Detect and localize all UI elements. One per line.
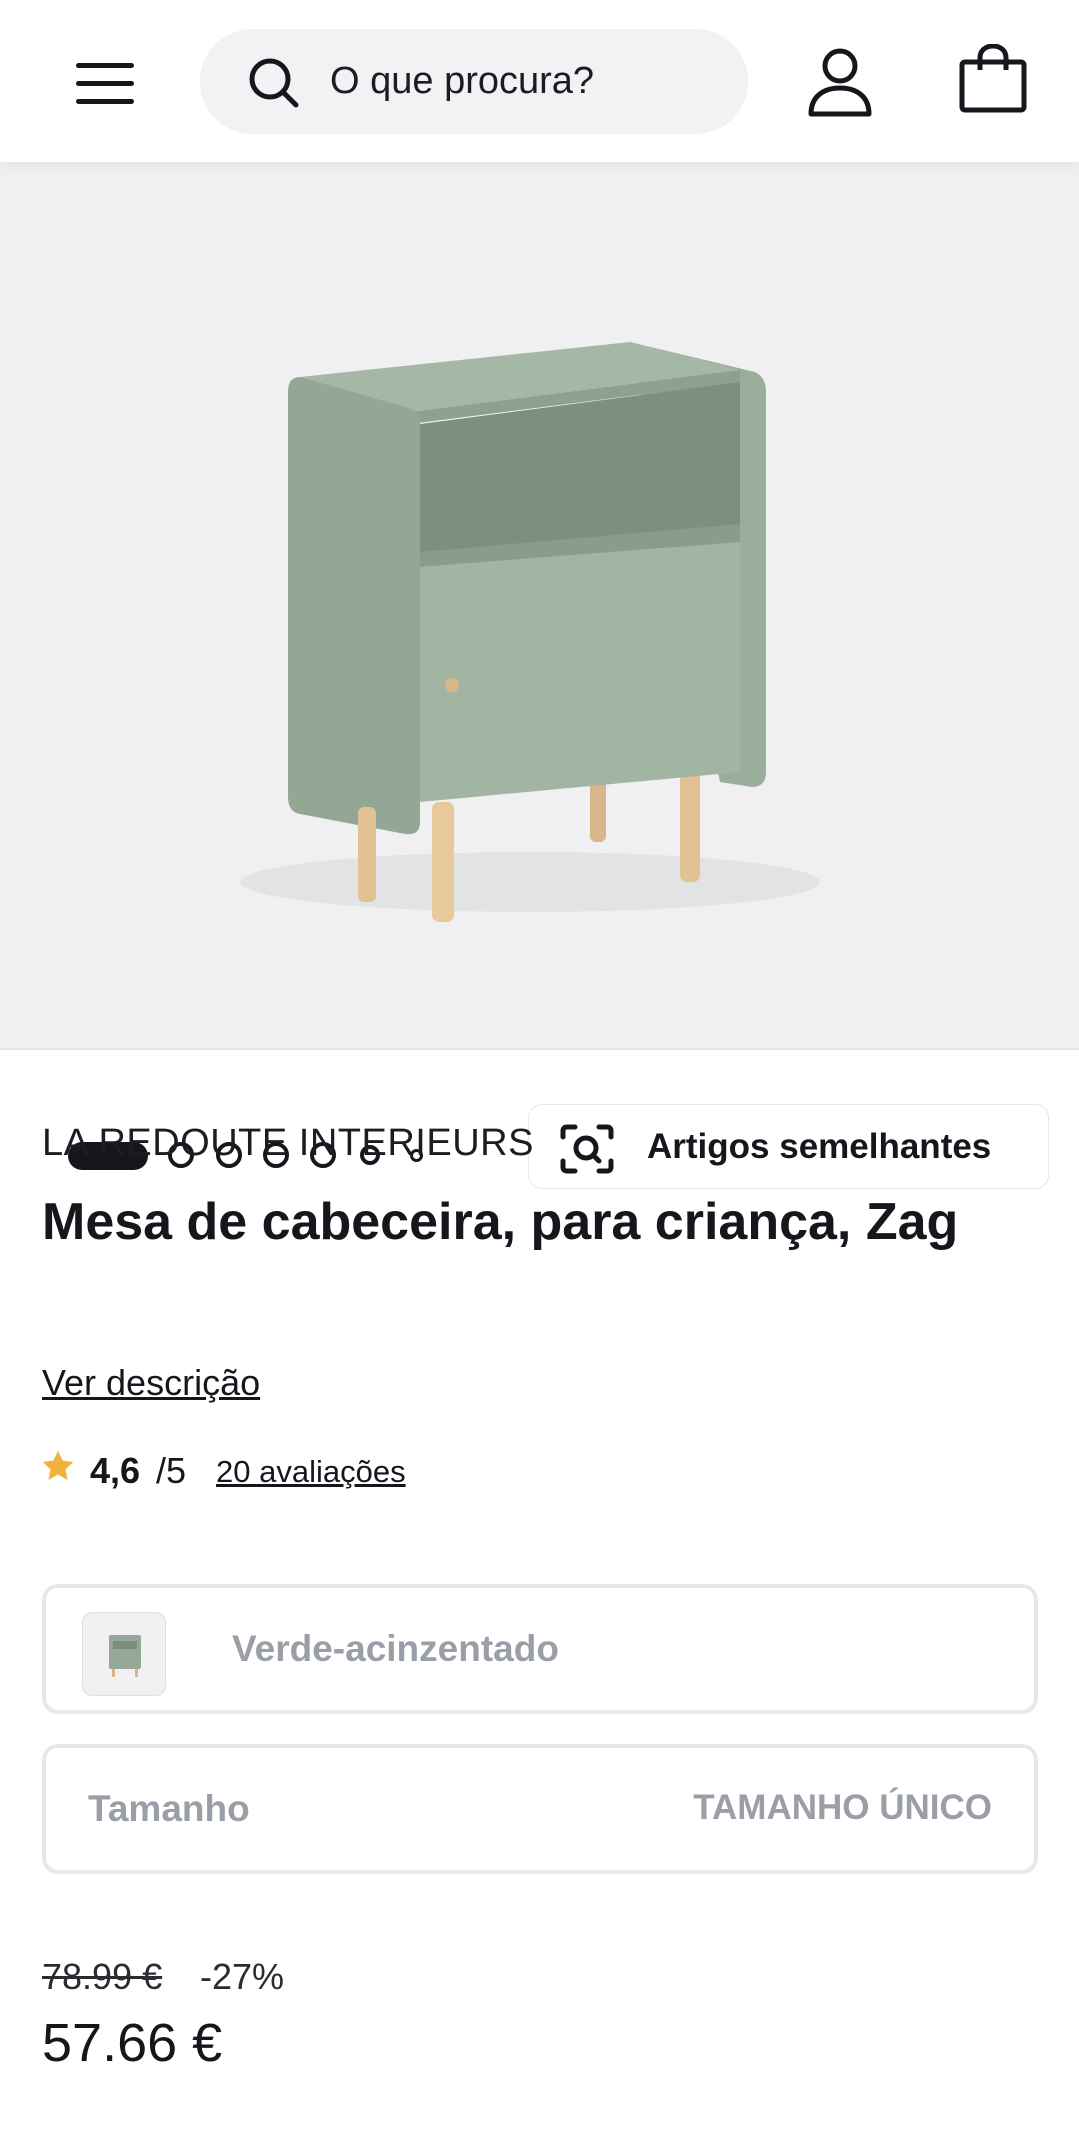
product-image-gallery[interactable]: Artigos semelhantes (0, 162, 1079, 1189)
original-price: 78.99 € (42, 1956, 163, 1997)
rating-value: 4,6 (90, 1450, 141, 1491)
color-swatch-thumbnail (82, 1612, 166, 1696)
size-selector[interactable]: Tamanho TAMANHO ÚNICO (42, 1744, 1038, 1874)
view-description-link[interactable]: Ver descrição (42, 1362, 260, 1404)
discount-badge: -27% (200, 1956, 285, 1997)
similar-items-button[interactable]: Artigos semelhantes (528, 1104, 1049, 1189)
selected-size: TAMANHO ÚNICO (693, 1788, 992, 1827)
selected-color: Verde-acinzentado (232, 1628, 559, 1669)
rating-scale: /5 (156, 1450, 187, 1491)
product-image (240, 342, 820, 922)
visual-search-icon (560, 1124, 614, 1174)
search-bar[interactable] (200, 29, 748, 134)
star-icon (42, 1450, 74, 1480)
reviews-link[interactable]: 20 avaliações (216, 1454, 406, 1490)
product-brand[interactable]: LA REDOUTE INTERIEURS (42, 1122, 534, 1165)
size-label: Tamanho (88, 1788, 250, 1829)
product-title: Mesa de cabeceira, para criança, Zag (42, 1193, 959, 1251)
search-icon (249, 58, 299, 108)
current-price: 57.66 € (42, 2013, 223, 2073)
user-account-icon[interactable] (806, 46, 874, 118)
shopping-bag-icon[interactable] (958, 44, 1028, 114)
hamburger-menu-icon[interactable] (68, 55, 140, 111)
similar-items-label: Artigos semelhantes (647, 1127, 992, 1166)
search-input[interactable] (330, 29, 730, 134)
top-header (0, 0, 1079, 162)
color-selector[interactable]: Verde-acinzentado (42, 1584, 1038, 1714)
